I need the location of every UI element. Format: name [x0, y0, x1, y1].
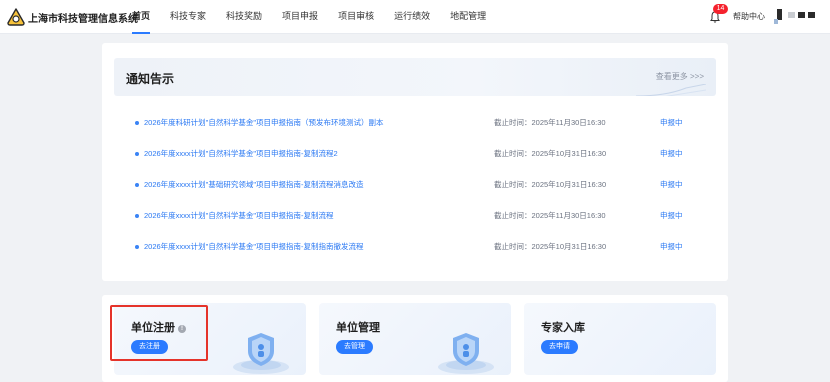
notice-deadline: 截止时间：2025年10月31日16:30 [494, 242, 607, 251]
nav-item-performance[interactable]: 运行绩效 [384, 0, 440, 34]
shield-illustration-icon [438, 333, 494, 374]
notice-title-link[interactable]: 2026年度xxxx计划"自然科学基金"项目申报指南-复制流程2 [144, 148, 338, 159]
notice-panel-title: 通知告示 [126, 72, 175, 86]
go-apply-button[interactable]: 去申请 [541, 340, 578, 354]
user-menu[interactable] [774, 7, 826, 27]
nav-item-awards[interactable]: 科技奖励 [216, 0, 272, 34]
list-item: 2026年度xxxx计划"自然科学基金"项目申报指南-复制流程2 截止时间：20… [130, 141, 710, 172]
expert-database-card[interactable]: 专家入库 去申请 [524, 303, 716, 375]
notice-panel: 通知告示 查看更多 >>> 2026年度科研计划"自然科学基金"项目申报指南（预… [102, 43, 728, 281]
nav-item-experts[interactable]: 科技专家 [160, 0, 216, 34]
notice-title-link[interactable]: 2026年度科研计划"自然科学基金"项目申报指南（预发布环境测试）副本 [144, 117, 384, 128]
card-title: 专家入库 [541, 319, 585, 335]
bullet-icon [135, 214, 139, 218]
notice-title-link[interactable]: 2026年度xxxx计划"自然科学基金"项目申报指南-复制流程 [144, 210, 334, 221]
list-item: 2026年度xxxx计划"基础研究领域"项目申报指南-复制流程消息改造 截止时间… [130, 172, 710, 203]
nav-item-home[interactable]: 首页 [122, 0, 160, 34]
notice-status[interactable]: 申报中 [660, 179, 683, 190]
notice-title-link[interactable]: 2026年度xxxx计划"自然科学基金"项目申报指南-复制指南撤发流程 [144, 241, 364, 252]
notice-deadline: 截止时间：2025年11月30日16:30 [494, 118, 606, 127]
notice-deadline: 截止时间：2025年10月31日16:30 [494, 149, 607, 158]
card-title: 单位管理 [336, 319, 380, 335]
notice-list: 2026年度科研计划"自然科学基金"项目申报指南（预发布环境测试）副本 截止时间… [130, 110, 710, 265]
bullet-icon [135, 121, 139, 125]
notice-status[interactable]: 申报中 [660, 210, 683, 221]
top-navigation-bar: 上海市科技管理信息系统 首页 科技专家 科技奖励 项目申报 项目审核 运行绩效 … [0, 0, 830, 34]
bullet-icon [135, 245, 139, 249]
notice-title-link[interactable]: 2026年度xxxx计划"基础研究领域"项目申报指南-复制流程消息改造 [144, 179, 364, 190]
view-more-link[interactable]: 查看更多 >>> [656, 71, 704, 82]
notice-status[interactable]: 申报中 [660, 148, 683, 159]
bullet-icon [135, 183, 139, 187]
go-manage-button[interactable]: 去管理 [336, 340, 373, 354]
user-name-redacted [788, 12, 815, 18]
system-logo-icon[interactable] [6, 7, 26, 27]
highlight-box [110, 305, 208, 361]
card-title-text: 专家入库 [541, 322, 585, 334]
unit-management-card[interactable]: 单位管理 去管理 [319, 303, 511, 375]
nav-item-project-apply[interactable]: 项目申报 [272, 0, 328, 34]
notice-deadline: 截止时间：2025年10月31日16:30 [494, 180, 607, 189]
help-center-link[interactable]: 帮助中心 [733, 11, 765, 22]
list-item: 2026年度科研计划"自然科学基金"项目申报指南（预发布环境测试）副本 截止时间… [130, 110, 710, 141]
shield-illustration-icon [233, 333, 289, 374]
bullet-icon [135, 152, 139, 156]
list-item: 2026年度xxxx计划"自然科学基金"项目申报指南-复制指南撤发流程 截止时间… [130, 234, 710, 265]
notification-count-badge: 14 [713, 4, 728, 14]
list-item: 2026年度xxxx计划"自然科学基金"项目申报指南-复制流程 截止时间：202… [130, 203, 710, 234]
nav-item-regional[interactable]: 地配管理 [440, 0, 496, 34]
notice-panel-header: 通知告示 查看更多 >>> [114, 58, 716, 96]
notice-status[interactable]: 申报中 [660, 241, 683, 252]
notice-deadline: 截止时间：2025年11月30日16:30 [494, 211, 606, 220]
header-decoration-icon [636, 84, 706, 96]
main-nav: 首页 科技专家 科技奖励 项目申报 项目审核 运行绩效 地配管理 [122, 0, 496, 34]
avatar[interactable] [774, 9, 784, 25]
nav-item-project-review[interactable]: 项目审核 [328, 0, 384, 34]
card-title-text: 单位管理 [336, 322, 380, 334]
notice-status[interactable]: 申报中 [660, 117, 683, 128]
